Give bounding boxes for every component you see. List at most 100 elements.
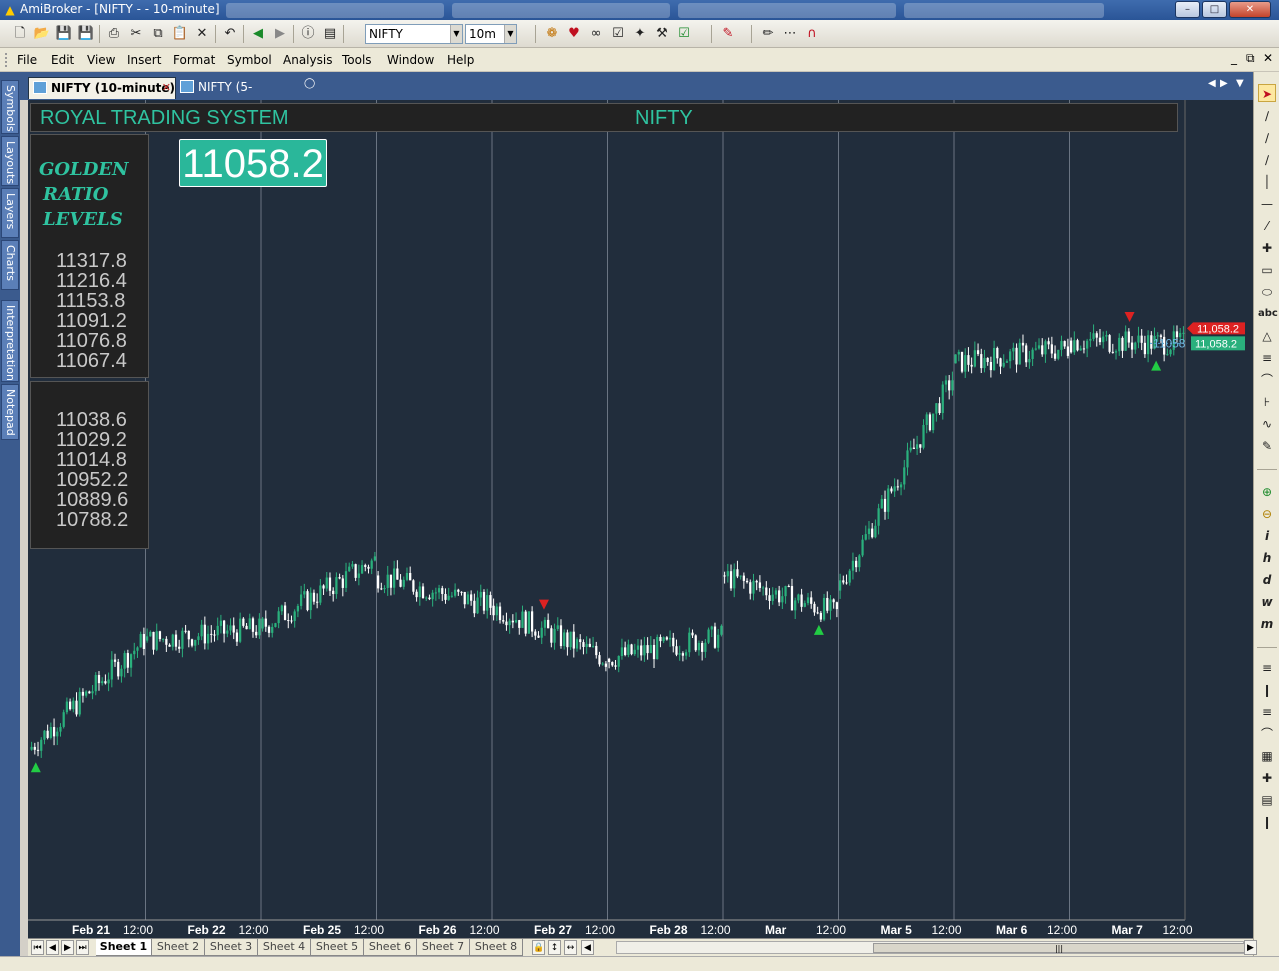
magnet-icon[interactable]: ∩ <box>803 25 821 43</box>
sheet-last-icon[interactable]: ⏭ <box>76 940 89 955</box>
maximize-button[interactable]: □ <box>1202 1 1227 18</box>
print-icon[interactable]: ⎙ <box>105 25 123 43</box>
copy-icon[interactable]: ⧉ <box>149 25 167 43</box>
ellipse-icon[interactable]: ⬭ <box>1258 283 1276 301</box>
sheet-tab-7[interactable]: Sheet 7 <box>417 939 470 956</box>
paste-icon[interactable]: 📋 <box>171 25 189 43</box>
open-folder-icon[interactable]: 📂 <box>33 25 51 43</box>
menu-view[interactable]: View <box>87 53 115 67</box>
scroll-left-icon[interactable]: ◀ <box>581 940 594 955</box>
chart-pane[interactable]: Feb 21 12:00 Feb 22 12:00 Feb 25 12:00 Feb 26 1… <box>28 100 1253 938</box>
scroll-right-icon[interactable]: ▶ <box>1244 940 1257 955</box>
sheet-prev-icon[interactable]: ◀ <box>46 940 59 955</box>
menu-help[interactable]: Help <box>447 53 474 67</box>
interval-combo[interactable]: 10m ▼ <box>465 24 517 44</box>
cut-icon[interactable]: ✂ <box>127 25 145 43</box>
extended-line-icon[interactable]: ∕ <box>1258 151 1276 169</box>
gann-square-icon[interactable]: ▤ <box>1258 791 1276 809</box>
arc-icon[interactable]: ⌒ <box>1258 371 1276 389</box>
hammer-icon[interactable]: ⚒ <box>653 25 671 43</box>
freehand-icon[interactable]: ∿ <box>1258 415 1276 433</box>
mdi-close-button[interactable]: ✕ <box>1263 51 1273 65</box>
close-icon[interactable]: ✕ <box>162 78 171 98</box>
tab-nifty-10-minute[interactable]: NIFTY (10-minute) ✕ <box>28 77 176 99</box>
symbol-combo[interactable]: NIFTY ▼ <box>365 24 463 44</box>
vertical-line-icon[interactable]: │ <box>1258 173 1276 191</box>
glasses-icon[interactable]: ∞ <box>587 25 605 43</box>
checklist-icon[interactable]: ☑ <box>609 25 627 43</box>
menu-file[interactable]: File <box>17 53 37 67</box>
price-chart[interactable]: Feb 21 12:00 Feb 22 12:00 Feb 25 12:00 Feb 26 1… <box>28 100 1253 938</box>
sheet-tab-6[interactable]: Sheet 6 <box>364 939 417 956</box>
menu-tools[interactable]: Tools <box>342 53 372 67</box>
triangle-icon[interactable]: △ <box>1258 327 1276 345</box>
tab-list-icon[interactable]: ▼ <box>1236 78 1244 89</box>
interval-d-icon[interactable]: d <box>1258 571 1276 589</box>
info-icon[interactable]: ⓘ <box>299 25 317 43</box>
lock-icon[interactable]: 🔒 <box>532 940 545 955</box>
heart-icon[interactable]: ♥ <box>565 25 583 43</box>
background-window-tab[interactable] <box>452 3 670 18</box>
new-file-icon[interactable]: 🗋 <box>11 25 29 43</box>
wand-icon[interactable]: ✦ <box>631 25 649 43</box>
sheet-first-icon[interactable]: ⏮ <box>31 940 44 955</box>
scale-icon[interactable]: ↔ <box>564 940 577 955</box>
menu-analysis[interactable]: Analysis <box>283 53 332 67</box>
sheet-tab-3[interactable]: Sheet 3 <box>205 939 258 956</box>
indicator-icon[interactable]: ❁ <box>543 25 561 43</box>
tab-scroll-left-icon[interactable]: ◀ <box>1208 78 1216 89</box>
sheet-next-icon[interactable]: ▶ <box>61 940 74 955</box>
mdi-restore-button[interactable]: ⧉ <box>1246 51 1255 66</box>
back-icon[interactable]: ◀ <box>249 25 267 43</box>
background-window-tab[interactable] <box>678 3 896 18</box>
dock-tab-symbols[interactable]: Symbols <box>1 80 19 134</box>
ray-icon[interactable]: ∕ <box>1258 129 1276 147</box>
grid-icon[interactable]: ▦ <box>1258 747 1276 765</box>
scrollbar-thumb[interactable]: ||| <box>873 943 1245 953</box>
fibonacci-arcs-icon[interactable]: ⌒ <box>1258 725 1276 743</box>
pencil-icon[interactable]: ✏ <box>759 25 777 43</box>
chart-check-icon[interactable]: ☑ <box>675 25 693 43</box>
menu-format[interactable]: Format <box>173 53 215 67</box>
horizontal-scrollbar[interactable]: ||| <box>616 941 1245 954</box>
close-button[interactable]: ✕ <box>1229 1 1271 18</box>
pointer-icon[interactable]: ➤ <box>1258 84 1276 102</box>
parallel-lines-icon[interactable]: ⁄ <box>1258 217 1276 235</box>
fibonacci-retracement-icon[interactable]: ≡ <box>1258 703 1276 721</box>
mdi-minimize-button[interactable]: _ <box>1231 51 1237 65</box>
fibonacci-fan-icon[interactable]: ✚ <box>1258 239 1276 257</box>
horizontal-lines-icon[interactable]: ≡ <box>1258 659 1276 677</box>
vertical-lines-icon[interactable]: ❙ <box>1258 681 1276 699</box>
minimize-button[interactable]: – <box>1175 1 1200 18</box>
sheet-tab-8[interactable]: Sheet 8 <box>470 939 523 956</box>
interval-m-icon[interactable]: m <box>1258 615 1276 633</box>
forward-icon[interactable]: ▶ <box>271 25 289 43</box>
menu-symbol[interactable]: Symbol <box>227 53 272 67</box>
undo-icon[interactable]: ↶ <box>221 25 239 43</box>
dock-tab-layouts[interactable]: Layouts <box>1 136 19 186</box>
quote-editor-icon[interactable]: ▤ <box>321 25 339 43</box>
interval-w-icon[interactable]: w <box>1258 593 1276 611</box>
dock-tab-interpretation[interactable]: Interpretation <box>1 300 19 382</box>
new-tab-icon[interactable]: ◯ <box>304 78 315 89</box>
tab-scroll-right-icon[interactable]: ▶ <box>1220 78 1228 89</box>
rectangle-icon[interactable]: ▭ <box>1258 261 1276 279</box>
interval-h-icon[interactable]: h <box>1258 549 1276 567</box>
autoscale-icon[interactable]: ↕ <box>548 940 561 955</box>
speed-lines-icon[interactable]: ❙ <box>1258 813 1276 831</box>
tab-nifty-5-minute[interactable]: NIFTY (5-minute) <box>176 77 296 114</box>
dock-tab-layers[interactable]: Layers <box>1 188 19 238</box>
text-icon[interactable]: abc <box>1258 305 1278 323</box>
cycles-icon[interactable]: ⊦ <box>1258 393 1276 411</box>
pen-color-icon[interactable]: ✎ <box>719 25 737 43</box>
zoom-out-icon[interactable]: ⊖ <box>1258 505 1276 523</box>
zoom-in-icon[interactable]: ⊕ <box>1258 483 1276 501</box>
sheet-tab-4[interactable]: Sheet 4 <box>258 939 311 956</box>
chevron-down-icon[interactable]: ▼ <box>504 25 516 43</box>
line-icon[interactable]: ∕ <box>1258 107 1276 125</box>
horizontal-line-icon[interactable]: — <box>1258 195 1276 213</box>
menu-insert[interactable]: Insert <box>127 53 161 67</box>
dock-tab-notepad[interactable]: Notepad <box>1 384 19 440</box>
save-all-icon[interactable]: 💾 <box>77 25 95 43</box>
chevron-down-icon[interactable]: ▼ <box>450 25 462 43</box>
